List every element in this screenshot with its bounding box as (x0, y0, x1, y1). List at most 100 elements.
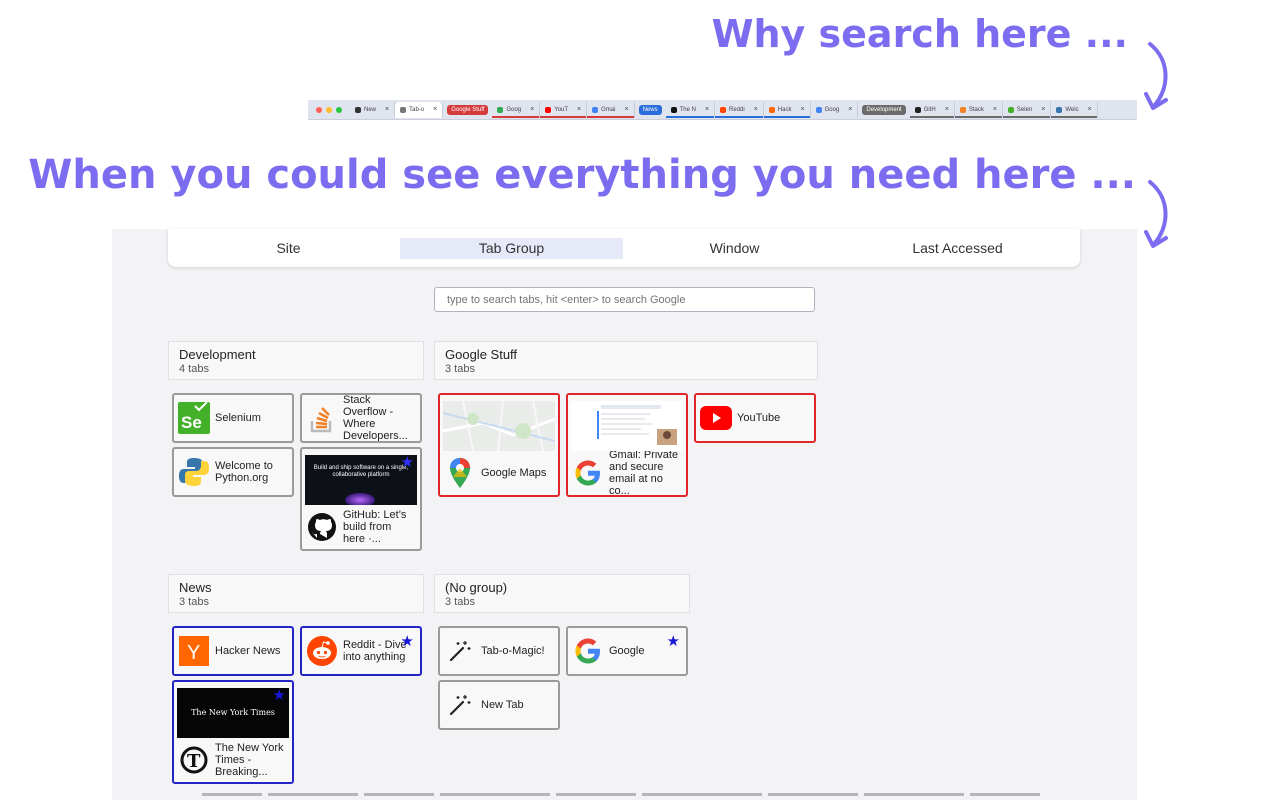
browser-tab[interactable]: New × (350, 101, 396, 118)
browser-tab[interactable]: GitH × (910, 101, 955, 118)
group-header-news[interactable]: News 3 tabs (168, 574, 424, 613)
page-thumbnail (443, 401, 555, 451)
close-tab-icon[interactable]: × (705, 106, 709, 113)
tab-site[interactable]: Site (177, 238, 400, 259)
browser-tab[interactable]: Hack × (764, 101, 811, 118)
tab-title: Welcome to Python.org (215, 460, 273, 484)
group-tab-count: 4 tabs (179, 363, 209, 375)
tab-card-google[interactable]: Google ★ (566, 626, 688, 676)
close-tab-icon[interactable]: × (945, 106, 949, 113)
tab-card-hacker-news[interactable]: Y Hacker News (172, 626, 294, 676)
tab-group-chip[interactable]: News (638, 104, 662, 115)
reddit-icon (720, 106, 727, 113)
maximize-dot-icon[interactable] (336, 106, 342, 113)
tab-title: Gmail: Private and secure email at no co… (609, 449, 679, 497)
group-tab-count: 3 tabs (445, 363, 475, 375)
close-tab-icon[interactable]: × (800, 106, 804, 113)
tab-window[interactable]: Window (623, 238, 846, 259)
star-icon[interactable]: ★ (667, 634, 680, 649)
browser-tab[interactable]: Gmai × (587, 101, 635, 118)
tab-tab-group[interactable]: Tab Group (400, 237, 623, 259)
nyt-icon: T (178, 744, 210, 776)
tab-card-youtube[interactable]: YouTube (694, 393, 816, 443)
close-tab-icon[interactable]: × (385, 106, 389, 113)
tab-card-reddit[interactable]: Reddit - Dive into anything ★ (300, 626, 422, 676)
group-title: (No group) (445, 580, 508, 595)
magic-wand-icon (444, 689, 476, 721)
close-tab-icon[interactable]: × (848, 106, 852, 113)
tab-title: Hacker News (215, 645, 281, 657)
stackoverflow-icon (959, 106, 966, 113)
group-title: News (179, 580, 212, 595)
tab-card-github[interactable]: Build and ship software on a single, col… (300, 447, 422, 551)
tab-title: New Tab (481, 699, 524, 711)
browser-tab[interactable]: YouT × (540, 101, 588, 118)
close-tab-icon[interactable]: × (993, 106, 997, 113)
group-title: Development (179, 347, 256, 362)
google-icon (572, 635, 604, 667)
tab-last-accessed[interactable]: Last Accessed (846, 238, 1069, 259)
tab-card-nyt[interactable]: The New York Times T The New York Times … (172, 680, 294, 784)
tab-card-gmail[interactable]: Gmail: Private and secure email at no co… (566, 393, 688, 497)
tab-title: Selenium (215, 412, 261, 424)
svg-text:T: T (187, 751, 201, 772)
github-icon (914, 106, 921, 113)
close-tab-icon[interactable]: × (1088, 106, 1092, 113)
browser-tab[interactable]: Tab-o × (395, 101, 444, 118)
selenium-icon (1007, 106, 1014, 113)
google-icon (815, 106, 822, 113)
tab-group-chip[interactable]: Google Stuff (447, 104, 489, 115)
stackoverflow-icon (306, 402, 338, 434)
tab-card-tab-o-magic[interactable]: Tab-o-Magic! (438, 626, 560, 676)
tab-group-chip[interactable]: Development (862, 104, 906, 115)
browser-tab[interactable]: Welc × (1051, 101, 1098, 118)
hn-icon (768, 106, 775, 113)
tab-card-new-tab[interactable]: New Tab (438, 680, 560, 730)
browser-tab[interactable]: Stack × (955, 101, 1003, 118)
close-tab-icon[interactable]: × (530, 106, 534, 113)
star-icon[interactable]: ★ (401, 455, 414, 470)
nyt-icon (670, 106, 677, 113)
maps-pin-icon (497, 106, 504, 113)
close-tab-icon[interactable]: × (1041, 106, 1045, 113)
tab-card-selenium[interactable]: Se Selenium (172, 393, 294, 443)
tab-card-google-maps[interactable]: Google Maps (438, 393, 560, 497)
github-icon (306, 511, 338, 543)
browser-tab[interactable]: The N × (666, 101, 716, 118)
tab-title: YouTube (737, 412, 781, 424)
magic-wand-icon (400, 106, 407, 113)
group-header-no-group[interactable]: (No group) 3 tabs (434, 574, 690, 613)
tab-card-python[interactable]: Welcome to Python.org (172, 447, 294, 497)
star-icon[interactable]: ★ (401, 634, 414, 649)
close-tab-icon[interactable]: × (624, 106, 628, 113)
tab-title: Google Maps (481, 467, 547, 479)
minimize-dot-icon[interactable] (326, 106, 332, 113)
close-tab-icon[interactable]: × (577, 106, 581, 113)
group-header-development[interactable]: Development 4 tabs (168, 341, 424, 380)
tab-title: The New York Times - Breaking... (215, 742, 284, 778)
youtube-icon (545, 106, 552, 113)
browser-tab-strip: New × Tab-o × Google Stuff Goog × YouT × Gma… (308, 100, 1137, 120)
tab-title: Stack Overflow - Where Developers... (343, 394, 408, 442)
search-input[interactable] (434, 287, 815, 312)
view-mode-tabs: Site Tab Group Window Last Accessed (168, 229, 1080, 267)
close-tab-icon[interactable]: × (433, 106, 437, 113)
group-tab-count: 3 tabs (179, 596, 209, 608)
browser-tab[interactable]: Selen × (1003, 101, 1052, 118)
close-tab-icon[interactable]: × (754, 106, 758, 113)
tab-overview-panel: Site Tab Group Window Last Accessed Deve… (112, 229, 1137, 800)
maps-pin-icon (444, 457, 476, 489)
tab-card-stackoverflow[interactable]: Stack Overflow - Where Developers... (300, 393, 422, 443)
browser-tab[interactable]: Reddi × (715, 101, 764, 118)
close-dot-icon[interactable] (316, 106, 322, 113)
cropped-text-line (202, 793, 1040, 796)
headline-see-everything: When you could see everything you need h… (28, 152, 1136, 198)
browser-tab[interactable]: Goog × (492, 101, 541, 118)
python-icon (1056, 106, 1063, 113)
browser-tab[interactable]: Goog × (811, 101, 859, 118)
group-header-google-stuff[interactable]: Google Stuff 3 tabs (434, 341, 818, 380)
python-icon (178, 456, 210, 488)
selenium-icon: Se (178, 402, 210, 434)
star-icon[interactable]: ★ (273, 688, 286, 703)
google-icon (572, 457, 604, 489)
